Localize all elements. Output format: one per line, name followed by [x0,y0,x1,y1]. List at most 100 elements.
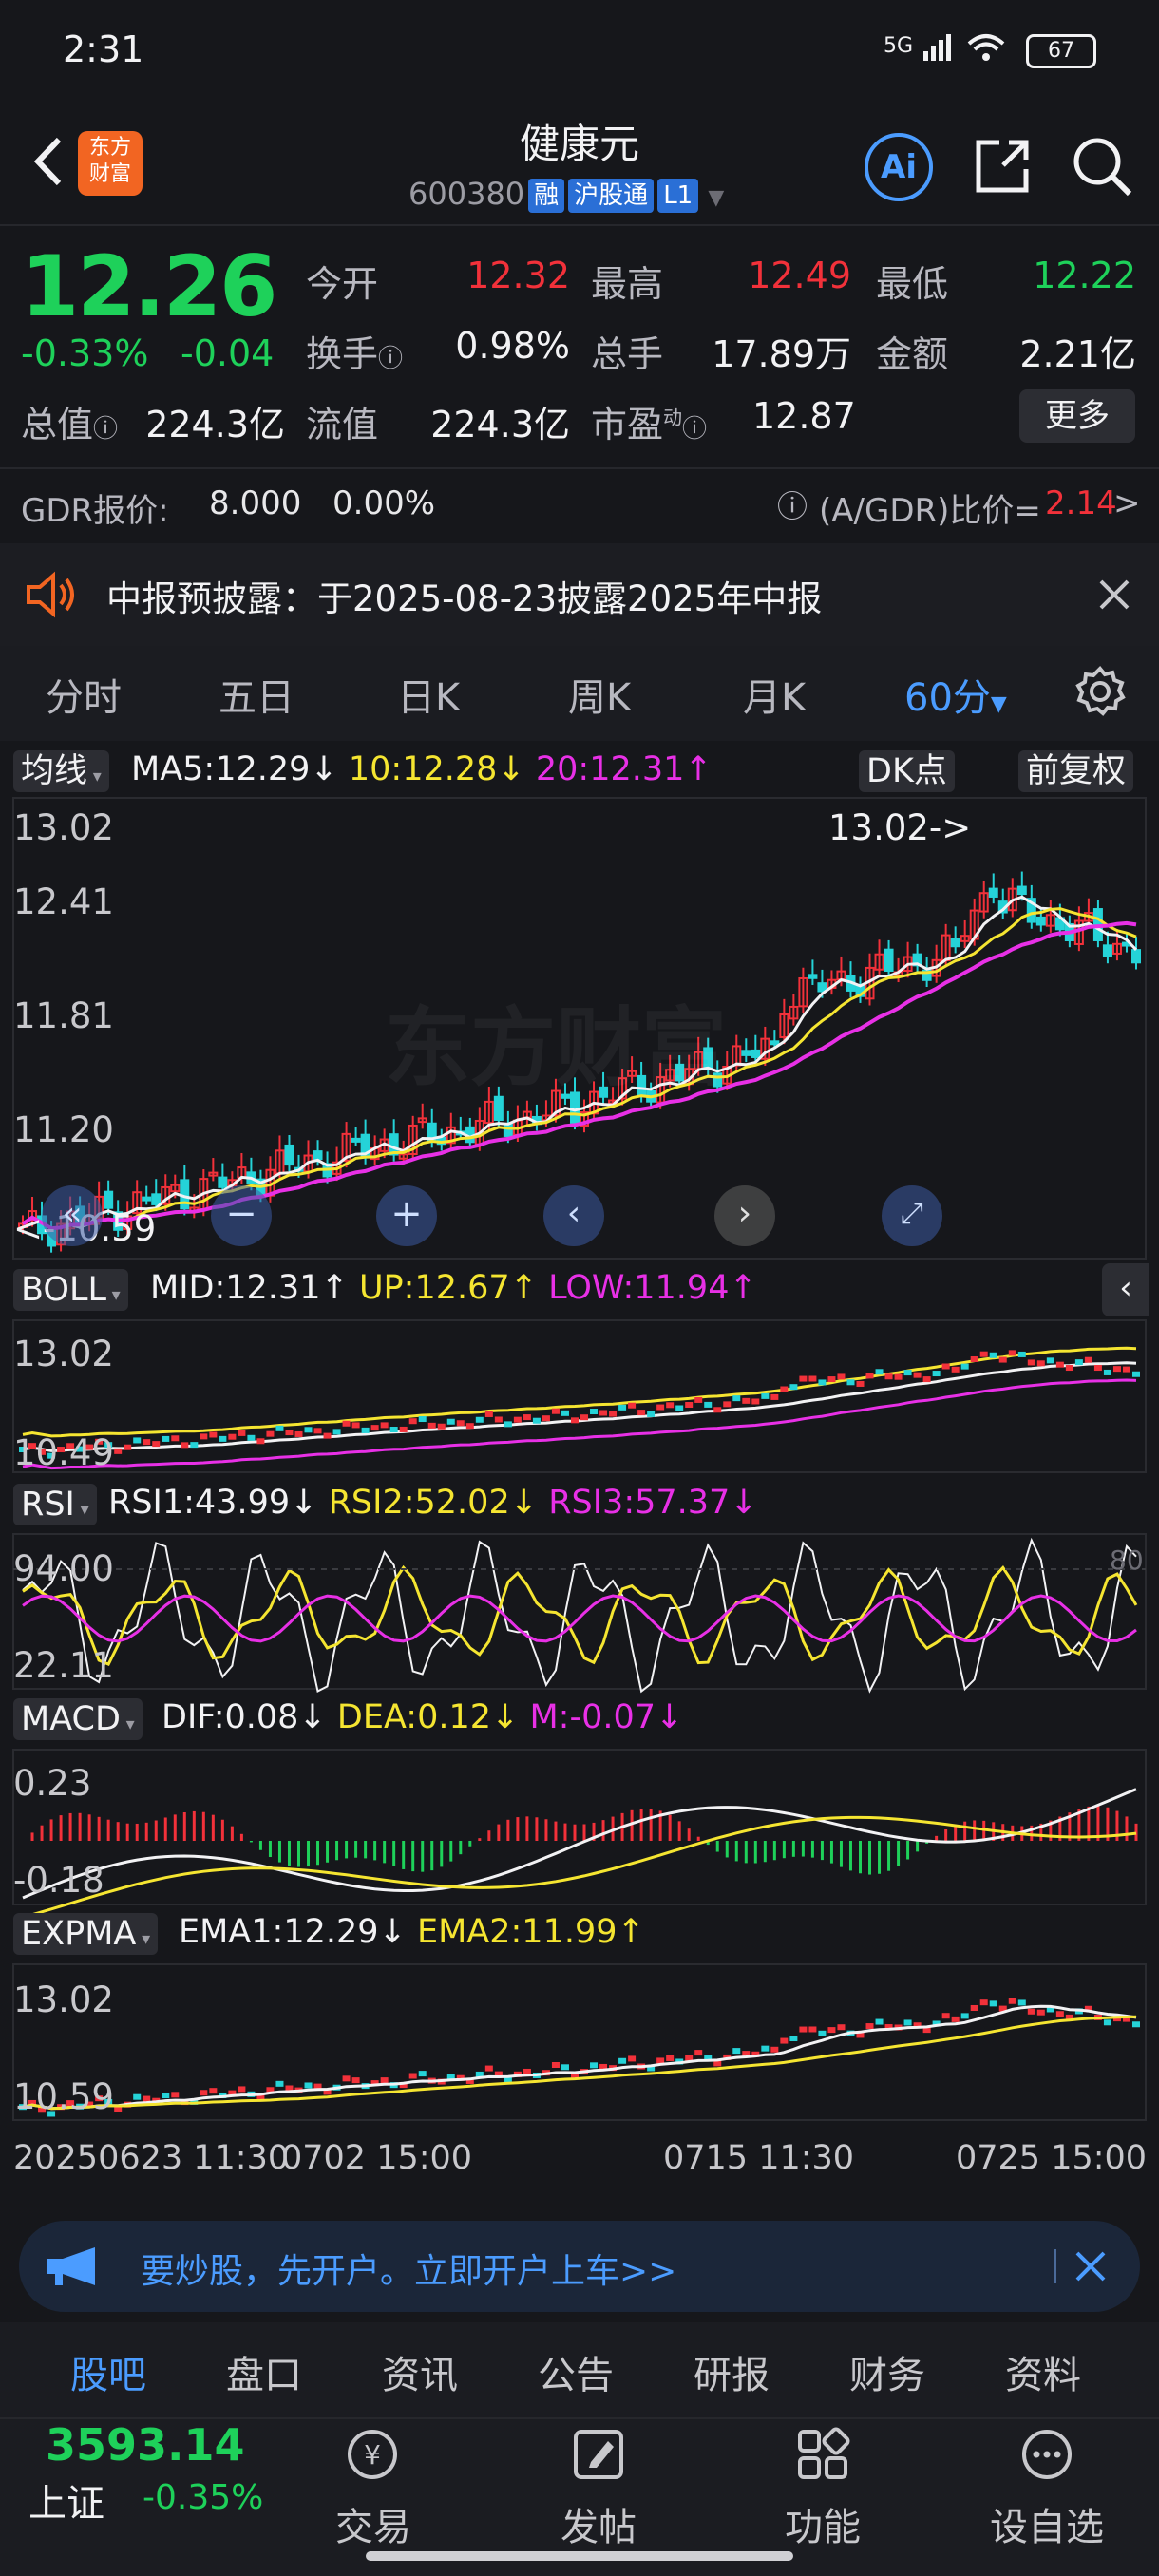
expma-values: EMA1:12.29↓ EMA2:11.99↑ [179,1913,645,1951]
rsi-selector[interactable]: RSI ▾ [13,1484,97,1525]
close-icon [1099,579,1130,610]
tab-news[interactable]: 资讯 [382,2344,458,2399]
boll-candle [475,1416,484,1423]
tab-research[interactable]: 研报 [694,2344,770,2399]
nav-functions[interactable]: 功能 [747,2496,899,2551]
ema2-line [22,2015,1137,2111]
gdr-row[interactable]: GDR报价: 8.000 0.00% ⓘ (A/GDR)比价= 2.14 > [0,475,1159,534]
boll-candle [180,1442,189,1449]
boll-candle [456,1420,465,1427]
tab-announcements[interactable]: 公告 [538,2344,614,2399]
mktcap-value: 224.3亿 [145,404,285,445]
index-ticker[interactable]: 3593.14 上证 -0.35% [0,2417,276,2531]
stock-code-row[interactable]: 600380 融沪股通 L1 ▼ [408,176,724,214]
ma-indicator-selector[interactable]: 均线 ▾ [13,750,109,792]
boll-candle [884,1373,893,1380]
y-label-3: 11.81 [13,995,114,1036]
boll-candle [818,1379,826,1386]
dk-point-toggle[interactable]: DK点 [859,750,955,792]
expma-candle [200,2090,208,2096]
x-label-4: 0725 15:00 [956,2139,1148,2177]
boll-candle [1131,1371,1140,1377]
tab-weekly-k[interactable]: 周K [568,667,631,722]
tab-intraday[interactable]: 分时 [46,667,122,722]
boll-candle [1093,1365,1102,1372]
home-indicator[interactable] [366,2551,793,2561]
collapse-panel-button[interactable]: ‹ [1102,1263,1150,1316]
max-price-annotation: 13.02-> [828,807,972,848]
trade-icon-glyph: ¥ [364,2439,381,2471]
price-adjust-toggle[interactable]: 前复权 [1018,750,1134,792]
turnover-value: 0.98% [455,325,570,367]
tab-monthly-k[interactable]: 月K [743,667,806,722]
expma-candle [209,2088,218,2094]
grid-icon[interactable] [792,2424,853,2485]
rsi2-value: RSI2:52.02↓ [328,1484,539,1522]
boll-candle [114,1448,123,1454]
chart-canvas[interactable] [0,741,1159,2204]
rsi-y-bottom: 22.11 [13,1645,114,1686]
boll-candle [1112,1366,1121,1373]
boll-candle [1017,1351,1026,1357]
boll-candle [837,1373,846,1380]
expma-candle [818,2030,826,2036]
compose-icon[interactable] [568,2424,629,2485]
more-dots-icon[interactable] [1016,2424,1077,2485]
fullscreen-button[interactable]: ⤢ [882,1185,942,1246]
tab-five-day[interactable]: 五日 [218,667,294,722]
x-label-3: 0715 11:30 [663,2139,855,2177]
tab-guba[interactable]: 股吧 [70,2344,146,2399]
boll-candle [133,1437,142,1444]
y-label-1: 13.02 [13,807,114,848]
more-button[interactable]: 更多 [1019,389,1135,443]
boll-candle [704,1401,712,1408]
expma-candle [352,2077,360,2084]
divider [0,467,1159,469]
boll-candle [666,1402,674,1409]
nav-trade[interactable]: 交易 [297,2496,449,2551]
candle-body [741,1050,751,1056]
macd-selector[interactable]: MACD ▾ [13,1698,142,1740]
search-icon[interactable] [1069,133,1135,199]
boll-candle [542,1415,550,1422]
expma-selector[interactable]: EXPMA ▾ [13,1913,159,1955]
scroll-left-button[interactable]: ‹ [543,1185,604,1246]
boll-selector[interactable]: BOLL ▾ [13,1269,128,1311]
minus-button[interactable]: − [211,1185,272,1246]
info-icon[interactable]: ⓘ [93,415,118,444]
boll-candle [361,1427,370,1433]
expma-candle [522,2068,531,2074]
nav-post[interactable]: 发帖 [522,2496,674,2551]
boll-candle [960,1363,969,1370]
share-icon[interactable] [969,133,1036,199]
boll-up-line [22,1346,1137,1438]
index-value: 3593.14 [46,2419,245,2471]
expma-candle [666,2055,674,2061]
gdr-ratio-label: (A/GDR)比价= [819,492,1041,530]
tab-profile[interactable]: 资料 [1005,2344,1081,2399]
zoom-out-button[interactable]: « [42,1185,103,1246]
scroll-right-button[interactable]: › [714,1185,775,1246]
macd-m: M:-0.07↓ [529,1698,684,1736]
settings-gear-icon[interactable] [1074,665,1127,718]
close-icon[interactable] [1074,2249,1108,2283]
plus-button[interactable]: + [376,1185,437,1246]
boll-candle [941,1363,950,1370]
trade-icon[interactable]: ¥ [342,2424,403,2485]
nav-add-watchlist[interactable]: 设自选 [971,2496,1123,2551]
boll-up: UP:12.67↑ [358,1269,538,1307]
tab-60min[interactable]: 60分▼ [904,667,1007,722]
back-arrow-icon[interactable] [21,128,78,195]
candle-body [1016,885,1027,896]
tab-finance[interactable]: 财务 [849,2344,925,2399]
boll-mid: MID:12.31↑ [150,1269,349,1307]
notice-text: 中报预披露：于2025-08-23披露2025年中报 [106,578,823,619]
info-icon[interactable]: ⓘ [378,345,403,373]
expma-candle [903,2019,912,2026]
ai-button[interactable]: Ai [864,133,933,201]
tab-pankou[interactable]: 盘口 [226,2344,302,2399]
logo-text: 东方财富 [89,136,132,186]
help-icon[interactable]: ⓘ [777,483,808,526]
boll-candle [846,1379,855,1386]
tab-daily-k[interactable]: 日K [397,667,460,722]
